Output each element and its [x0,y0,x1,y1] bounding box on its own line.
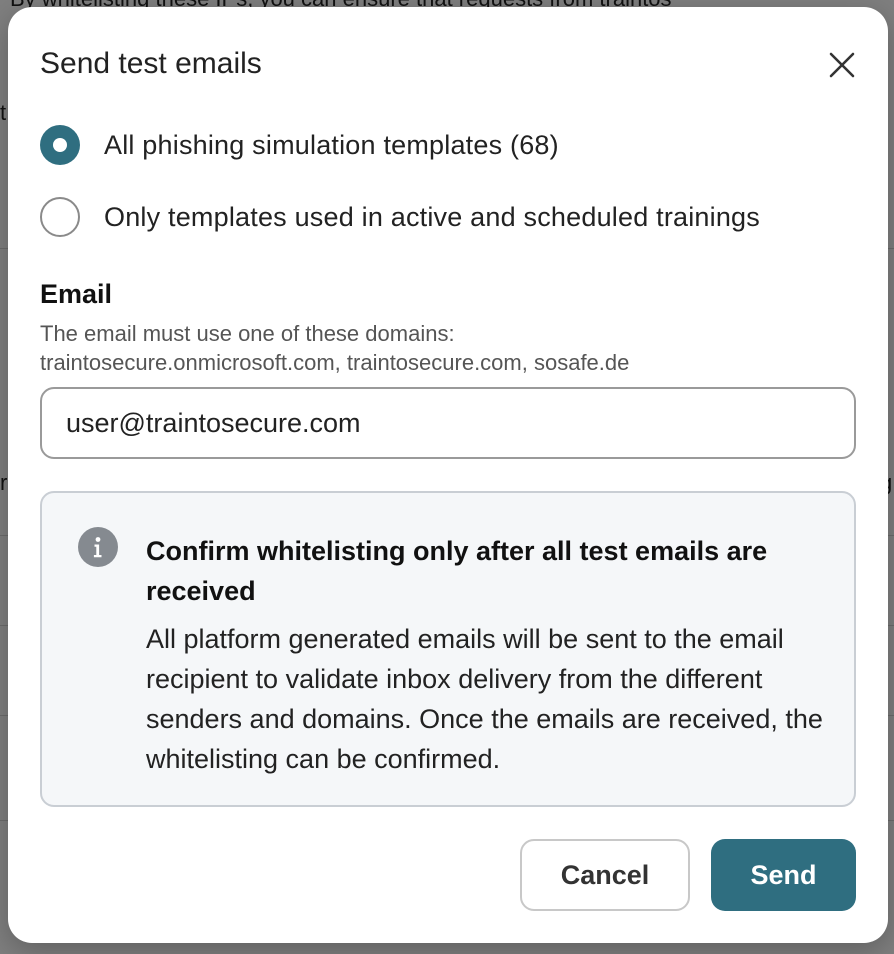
dialog-title: Send test emails [40,47,262,80]
close-icon [829,52,855,78]
close-button[interactable] [824,47,860,83]
email-help-line: The email must use one of these domains: [40,321,455,346]
radio-button-unselected[interactable] [40,197,80,237]
send-button[interactable]: Send [711,839,856,911]
radio-option-label: All phishing simulation templates (68) [104,129,559,160]
cancel-button[interactable]: Cancel [520,839,690,911]
radio-option-label: Only templates used in active and schedu… [104,201,760,232]
email-label: Email [40,279,113,309]
info-icon [78,527,118,567]
send-test-emails-dialog: Send test emails All phishing simulation… [8,7,888,943]
radio-button-selected[interactable] [40,125,80,165]
email-domains-line: traintosecure.onmicrosoft.com, traintose… [40,350,630,375]
email-help-text: The email must use one of these domains:… [40,319,840,377]
email-input[interactable] [40,387,856,459]
info-title: Confirm whitelisting only after all test… [146,536,768,606]
info-body: All platform generated emails will be se… [146,624,823,774]
radio-option-active-templates[interactable]: Only templates used in active and schedu… [40,197,760,237]
whitelisting-info-box: Confirm whitelisting only after all test… [40,491,856,807]
radio-option-all-templates[interactable]: All phishing simulation templates (68) [40,125,559,165]
info-glyph [93,537,102,558]
